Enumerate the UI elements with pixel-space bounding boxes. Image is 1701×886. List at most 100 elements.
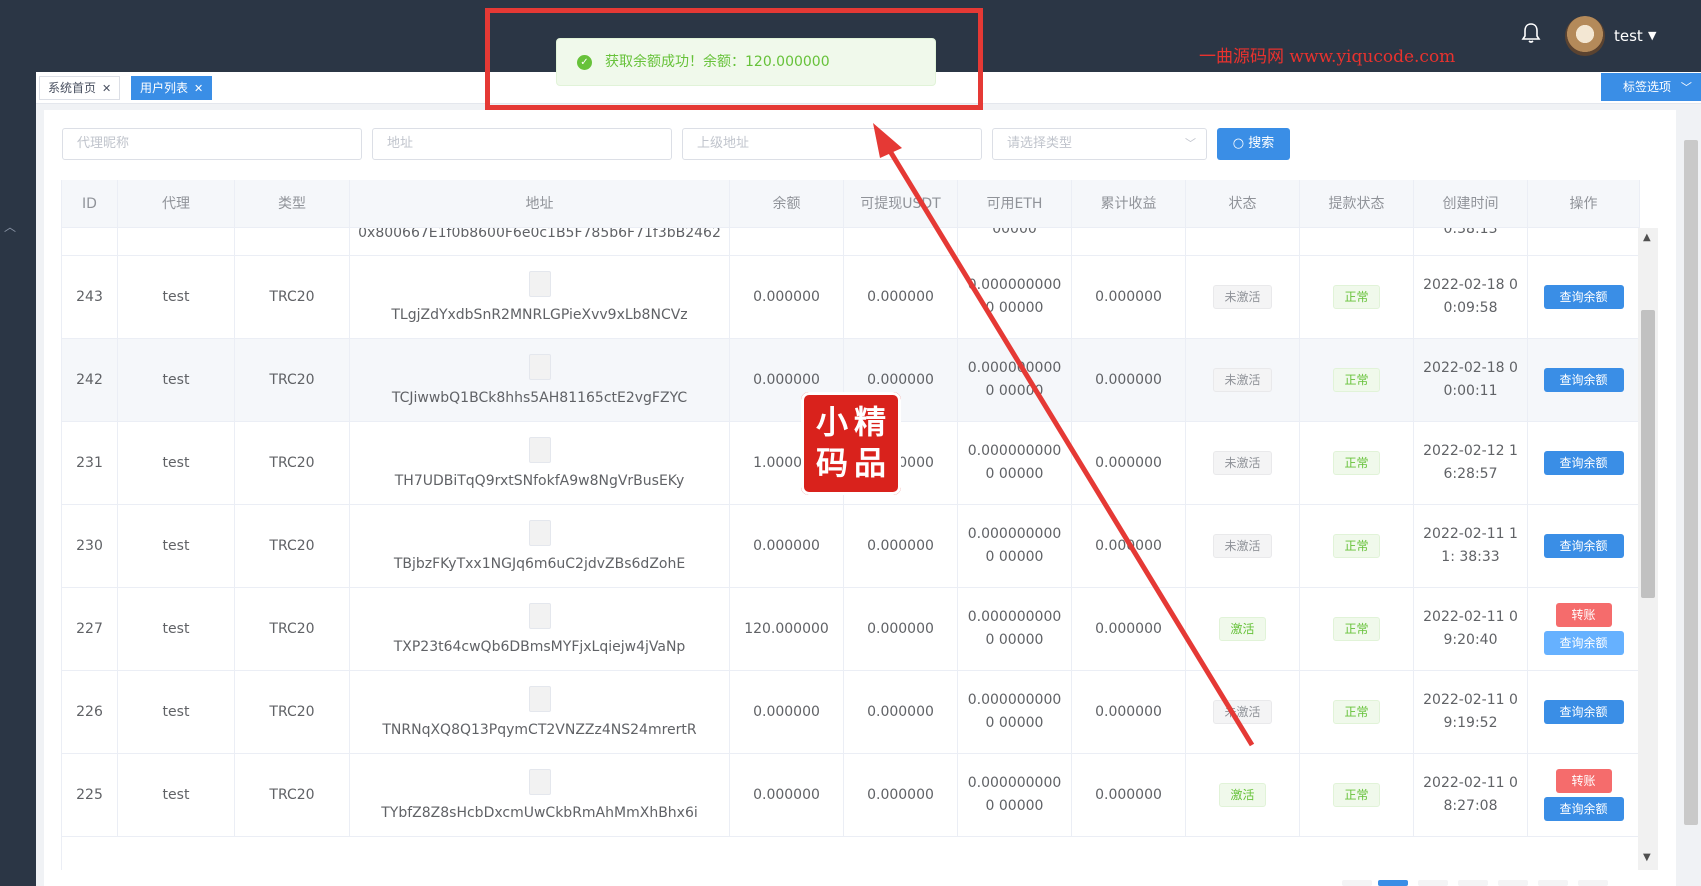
scroll-down-icon[interactable]: ▼: [1643, 852, 1651, 863]
chevron-up-icon[interactable]: ︿: [4, 218, 16, 235]
transfer-button[interactable]: 转账: [1555, 769, 1612, 793]
query-balance-button[interactable]: 查询余额: [1543, 534, 1624, 558]
address-input[interactable]: 地址: [372, 128, 672, 160]
cell-time: 2022-02-11 11: 38:33: [1414, 505, 1528, 587]
parent-address-input[interactable]: 上级地址: [682, 128, 982, 160]
table-row: 244testERC20 0x800667E1f0b8600F6e0c1B5F78…: [62, 228, 1640, 256]
cell-usdt: 0.000000: [844, 671, 958, 753]
income-text: 0.000000: [1095, 538, 1162, 554]
cell-withdraw: 正常: [1300, 671, 1414, 753]
agent-input[interactable]: 代理昵称: [62, 128, 362, 160]
pager-item-active[interactable]: [1378, 880, 1408, 886]
agent-text: test: [162, 787, 190, 803]
income-text: 0.000000: [1095, 455, 1162, 471]
created-time-text: 2022-02-18 0 0:09:58: [1423, 277, 1518, 316]
usdt-text: 0.000000: [867, 704, 934, 720]
income-text: 0.000000: [1095, 621, 1162, 637]
cell-id: 226: [62, 671, 118, 753]
tag-home[interactable]: 系统首页 ✕: [39, 76, 121, 100]
query-balance-button[interactable]: 查询余额: [1543, 451, 1624, 475]
eth-text: 0.0000000000 00000: [967, 277, 1062, 316]
income-text: 0.000000: [1095, 787, 1162, 803]
qr-code-icon[interactable]: [528, 603, 551, 629]
qr-code-icon[interactable]: [528, 437, 551, 463]
pager-item[interactable]: [1498, 880, 1528, 886]
caret-down-icon[interactable]: ▼: [1648, 29, 1656, 42]
cell-income: 0.000000: [1072, 422, 1186, 504]
page-scrollbar[interactable]: [1684, 140, 1698, 825]
cell-type: ERC20: [235, 228, 350, 255]
id-text: 226: [76, 704, 103, 720]
column-header: 可用ETH: [958, 180, 1072, 228]
username[interactable]: test: [1614, 27, 1643, 45]
eth-text: 0.0000000000 00000: [967, 775, 1062, 814]
cell-withdraw: 正常: [1300, 754, 1414, 836]
pager-item[interactable]: [1458, 880, 1488, 886]
type-text: TRC20: [269, 787, 315, 803]
tag-user-list[interactable]: 用户列表 ✕: [131, 76, 213, 100]
qr-code-icon[interactable]: [528, 769, 551, 795]
avatar[interactable]: [1565, 16, 1605, 56]
cell-type: TRC20: [235, 505, 350, 587]
query-balance-button[interactable]: 查询余额: [1543, 700, 1624, 724]
pager-item[interactable]: [1418, 880, 1448, 886]
address-text: TH7UDBiTqQ9rxtSNfokfA9w8NgVrBusEKy: [394, 473, 685, 489]
cell-agent: test: [118, 505, 235, 587]
query-balance-button[interactable]: 查询余额: [1543, 797, 1624, 821]
table-scrollbar[interactable]: ▲ ▼: [1638, 228, 1658, 870]
cell-actions: 查询余额: [1528, 339, 1640, 421]
column-header: 余额: [730, 180, 844, 228]
query-balance-button[interactable]: 查询余额: [1543, 285, 1624, 309]
pager-item[interactable]: [1538, 880, 1568, 886]
query-balance-button[interactable]: 查询余额: [1543, 631, 1624, 655]
close-icon[interactable]: ✕: [102, 82, 111, 95]
cell-income: 0.000000: [1072, 339, 1186, 421]
search-button[interactable]: ○ 搜索: [1217, 128, 1290, 160]
cell-type: TRC20: [235, 588, 350, 670]
scrollbar-thumb[interactable]: [1641, 310, 1655, 598]
cell-withdraw: 正常: [1300, 588, 1414, 670]
eth-text: 0.0000000000 00000: [967, 443, 1062, 482]
qr-code-icon[interactable]: [528, 520, 551, 546]
scroll-up-icon[interactable]: ▲: [1643, 232, 1651, 243]
cell-income: 0.000000: [1072, 505, 1186, 587]
column-header: 创建时间: [1414, 180, 1528, 228]
qr-code-icon[interactable]: [528, 686, 551, 712]
table-body: 244testERC200x800667E1f0b8600F6e0c1B5F78…: [62, 228, 1640, 870]
cell-usdt: 0.000000: [844, 228, 958, 255]
type-select[interactable]: 请选择类型 ﹀: [992, 128, 1207, 160]
status-badge: 未激活: [1213, 285, 1272, 309]
cell-agent: test: [118, 339, 235, 421]
cell-withdraw: 正常: [1300, 256, 1414, 338]
cell-actions: 查询余额: [1528, 422, 1640, 504]
cell-balance: 0.000000: [730, 754, 844, 836]
transfer-button[interactable]: 转账: [1555, 603, 1612, 627]
pager-item[interactable]: [1342, 880, 1372, 886]
query-balance-button[interactable]: 查询余额: [1543, 368, 1624, 392]
cell-eth: 0.0000000000 00000: [958, 256, 1072, 338]
qr-code-icon[interactable]: [528, 354, 551, 380]
withdraw-status-badge: 正常: [1333, 700, 1380, 724]
bell-icon[interactable]: [1521, 22, 1541, 44]
cell-withdraw: 正常: [1300, 505, 1414, 587]
status-badge: 激活: [1219, 617, 1266, 641]
address-text: TNRNqXQ8Q13PqymCT2VNZZz4NS24mrertR: [382, 722, 697, 738]
close-icon[interactable]: ✕: [194, 82, 203, 95]
tag-options-button[interactable]: 标签选项 ﹀: [1601, 73, 1701, 101]
cell-id: 230: [62, 505, 118, 587]
address-text: TXP23t64cwQb6DBmsMYFjxLqiejw4jVaNp: [393, 639, 686, 655]
balance-text: 0.000000: [753, 787, 820, 803]
type-text: TRC20: [269, 289, 315, 305]
cell-agent: test: [118, 422, 235, 504]
qr-code-icon[interactable]: [528, 271, 551, 297]
cell-balance: 0.000000: [730, 671, 844, 753]
cell-agent: test: [118, 588, 235, 670]
status-badge: 未激活: [1213, 534, 1272, 558]
eth-text: 0.0000000000 00000: [967, 526, 1062, 565]
balance-text: 0.000000: [753, 704, 820, 720]
status-badge: 未激活: [1213, 451, 1272, 475]
agent-text: test: [162, 704, 190, 720]
cell-balance: 0.000000: [730, 256, 844, 338]
pager-item[interactable]: [1578, 880, 1608, 886]
cell-actions: 转账 查询余额: [1528, 754, 1640, 836]
